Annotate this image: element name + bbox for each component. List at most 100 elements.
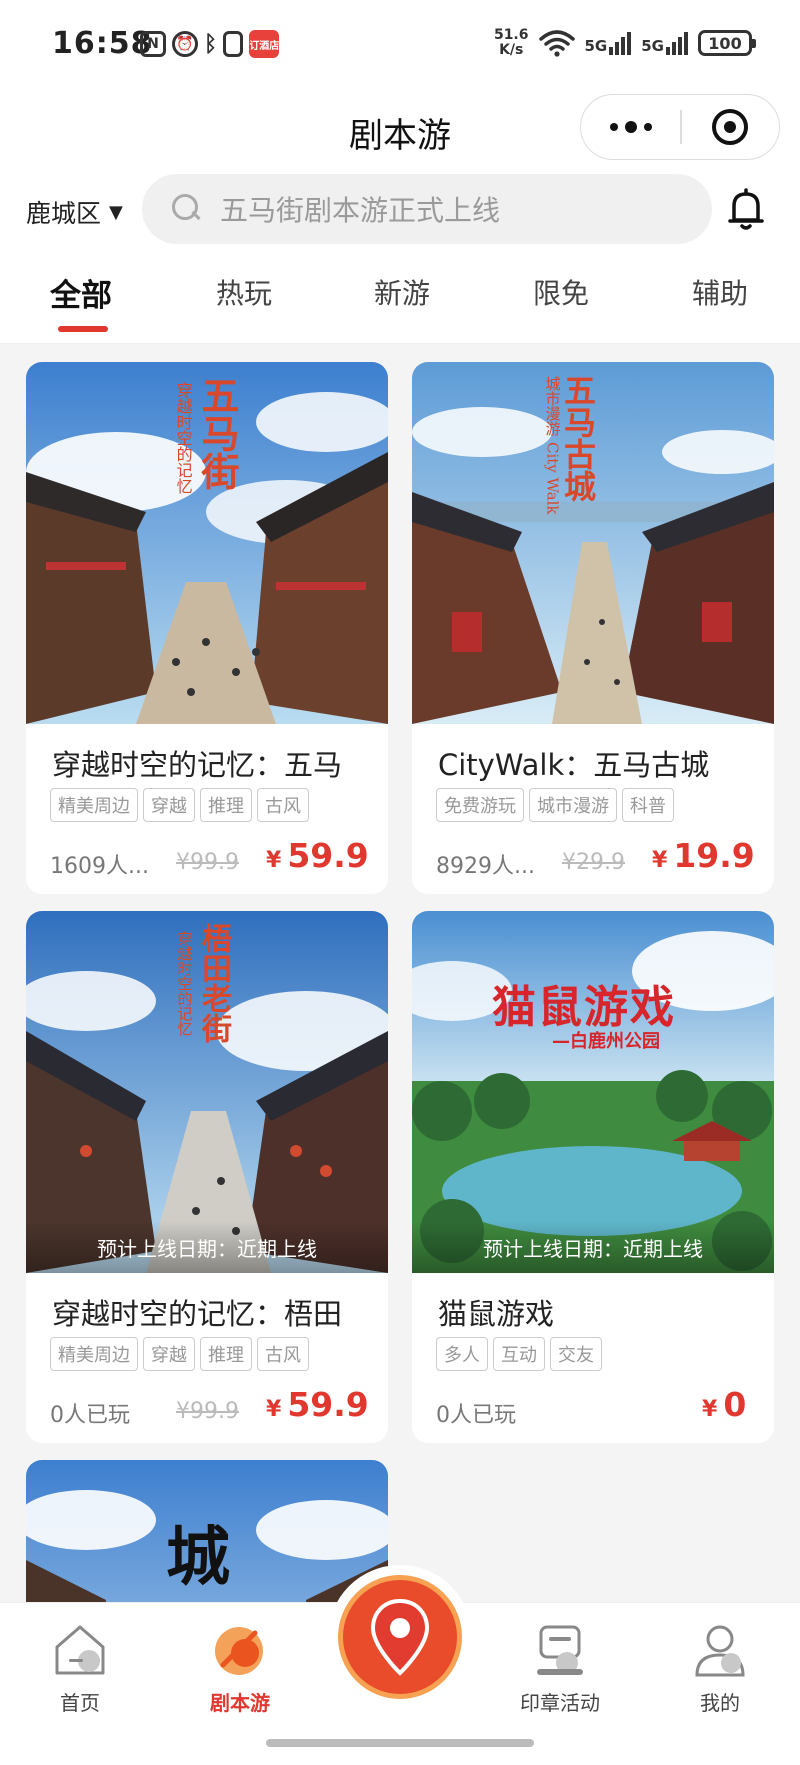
launch-date-banner: 预计上线日期：近期上线 bbox=[412, 1221, 774, 1273]
stamp-icon bbox=[537, 1625, 583, 1675]
card-title: 猫鼠游戏 bbox=[438, 1297, 555, 1331]
more-options-button[interactable] bbox=[581, 95, 680, 159]
tag: 免费游玩 bbox=[436, 788, 524, 822]
caret-down-icon: ▼ bbox=[109, 201, 123, 223]
tag: 城市漫游 bbox=[529, 788, 617, 822]
map-pin-icon bbox=[370, 1598, 430, 1676]
dot-icon bbox=[624, 121, 637, 133]
original-price: ¥29.9 bbox=[562, 850, 625, 875]
map-button[interactable] bbox=[328, 1565, 472, 1709]
poster-subtitle: 穿越时空的记忆 bbox=[175, 931, 194, 1036]
price: ¥59.9 bbox=[266, 1385, 369, 1424]
tab-free[interactable]: 限免 bbox=[533, 272, 589, 312]
play-count: 0人已玩 bbox=[436, 1403, 516, 1428]
search-input[interactable]: 五马街剧本游正式上线 bbox=[142, 174, 712, 244]
script-tour-icon bbox=[215, 1627, 263, 1675]
poster-subtitle: 穿越时空的记忆 bbox=[173, 382, 193, 494]
district-selector[interactable]: 鹿城区 ▼ bbox=[26, 194, 123, 230]
search-icon bbox=[172, 194, 202, 224]
poster-subtitle: 城市漫游 bbox=[543, 376, 562, 436]
status-icons-left: N ⏰ ᛒ 订酒店 bbox=[140, 30, 280, 58]
mini-program-capsule bbox=[580, 94, 780, 160]
tag-list: 精美周边 穿越 推理 古风 bbox=[50, 1337, 309, 1371]
dot-icon bbox=[643, 123, 652, 131]
play-count: 0人已玩 bbox=[50, 1403, 130, 1428]
poster-title: 梧田老街 bbox=[196, 923, 231, 1043]
status-time: 16:58 bbox=[52, 26, 153, 61]
search-placeholder: 五马街剧本游正式上线 bbox=[220, 194, 501, 227]
search-row: 鹿城区 ▼ 五马街剧本游正式上线 bbox=[0, 170, 800, 250]
product-card[interactable]: 梧田老街 穿越时空的记忆 预计上线日期：近期上线 穿越时空的记忆：梧田 精美周边… bbox=[26, 911, 388, 1443]
tag: 推理 bbox=[200, 788, 252, 822]
tag: 穿越 bbox=[143, 1337, 195, 1371]
tag: 科普 bbox=[622, 788, 674, 822]
product-card[interactable]: 五马街 穿越时空的记忆 穿越时空的记忆：五马 精美周边 穿越 推理 古风 160… bbox=[26, 362, 388, 894]
poster-image: 猫鼠游戏 —白鹿州公园 预计上线日期：近期上线 bbox=[412, 911, 774, 1273]
card-title: 穿越时空的记忆：五马 bbox=[52, 748, 343, 782]
card-title: 穿越时空的记忆：梧田 bbox=[52, 1297, 343, 1331]
original-price: ¥99.9 bbox=[176, 850, 239, 875]
nfc-icon: N bbox=[140, 31, 166, 57]
tab-assist[interactable]: 辅助 bbox=[692, 272, 748, 312]
tag: 精美周边 bbox=[50, 788, 138, 822]
tab-script-tour[interactable]: 剧本游 bbox=[180, 1619, 300, 1716]
home-indicator[interactable] bbox=[266, 1739, 534, 1747]
poster-title: 五马古城 bbox=[559, 374, 597, 502]
bell-icon[interactable] bbox=[726, 188, 766, 232]
vibrate-icon bbox=[223, 31, 244, 57]
signal-1-icon: 5G bbox=[585, 31, 632, 55]
tab-stamp-activity[interactable]: 印章活动 bbox=[500, 1619, 620, 1716]
tab-hot[interactable]: 热玩 bbox=[216, 272, 272, 312]
tag: 精美周边 bbox=[50, 1337, 138, 1371]
signal-2-icon: 5G bbox=[641, 31, 688, 55]
alarm-icon: ⏰ bbox=[172, 31, 198, 57]
profile-icon bbox=[695, 1625, 745, 1677]
bottom-tab-bar: 首页 剧本游 印章活动 我的 bbox=[0, 1565, 800, 1765]
price: ¥0 bbox=[702, 1385, 747, 1424]
bluetooth-icon: ᛒ bbox=[204, 31, 218, 57]
target-icon bbox=[712, 109, 749, 145]
poster-image: 梧田老街 穿越时空的记忆 预计上线日期：近期上线 bbox=[26, 911, 388, 1273]
poster-image: 五马古城 城市漫游 City Walk bbox=[412, 362, 774, 724]
map-background bbox=[338, 1575, 462, 1699]
network-speed: 51.6 K/s bbox=[493, 27, 529, 58]
battery-icon: 100 bbox=[698, 30, 756, 56]
card-title: CityWalk：五马古城 bbox=[438, 748, 710, 782]
district-label: 鹿城区 bbox=[26, 199, 102, 228]
tag: 互动 bbox=[493, 1337, 545, 1371]
tab-new[interactable]: 新游 bbox=[374, 272, 430, 312]
home-icon bbox=[55, 1625, 105, 1675]
tag-list: 多人 互动 交友 bbox=[436, 1337, 602, 1371]
poster-title: 城 bbox=[166, 1520, 230, 1595]
product-card[interactable]: 猫鼠游戏 —白鹿州公园 预计上线日期：近期上线 猫鼠游戏 多人 互动 交友 0人… bbox=[412, 911, 774, 1443]
poster-subtitle-en: City Walk bbox=[543, 442, 562, 515]
status-icons-right: 51.6 K/s 5G 5G 100 bbox=[493, 27, 756, 58]
poster-image: 五马街 穿越时空的记忆 bbox=[26, 362, 388, 724]
price: ¥59.9 bbox=[266, 836, 369, 875]
tag: 推理 bbox=[200, 1337, 252, 1371]
tab-underline bbox=[58, 326, 108, 332]
tag-list: 精美周边 穿越 推理 古风 bbox=[50, 788, 309, 822]
category-tabs: 全部 热玩 新游 限免 辅助 bbox=[0, 250, 800, 344]
tag: 多人 bbox=[436, 1337, 488, 1371]
tag: 交友 bbox=[550, 1337, 602, 1371]
poster-subtitle: —白鹿州公园 bbox=[552, 1031, 660, 1052]
close-mini-program-button[interactable] bbox=[682, 95, 779, 159]
tag-list: 免费游玩 城市漫游 科普 bbox=[436, 788, 674, 822]
status-bar: 16:58 N ⏰ ᛒ 订酒店 51.6 K/s 5G 5G 100 bbox=[0, 0, 800, 90]
tab-home[interactable]: 首页 bbox=[20, 1619, 140, 1716]
dot-icon bbox=[609, 123, 618, 131]
product-card[interactable]: 五马古城 城市漫游 City Walk CityWalk：五马古城 免费游玩 城… bbox=[412, 362, 774, 894]
price: ¥19.9 bbox=[652, 836, 755, 875]
tab-all[interactable]: 全部 bbox=[50, 270, 112, 315]
nav-bar: 剧本游 bbox=[0, 90, 800, 170]
poster-title: 五马街 bbox=[195, 376, 240, 490]
tab-my-profile[interactable]: 我的 bbox=[660, 1619, 780, 1716]
poster-title: 猫鼠游戏 bbox=[492, 982, 676, 1033]
play-count: 8929人... bbox=[436, 854, 535, 879]
app-notification-icon: 订酒店 bbox=[249, 30, 280, 58]
launch-date-banner: 预计上线日期：近期上线 bbox=[26, 1221, 388, 1273]
original-price: ¥99.9 bbox=[176, 1399, 239, 1424]
tag: 穿越 bbox=[143, 788, 195, 822]
tag: 古风 bbox=[257, 1337, 309, 1371]
